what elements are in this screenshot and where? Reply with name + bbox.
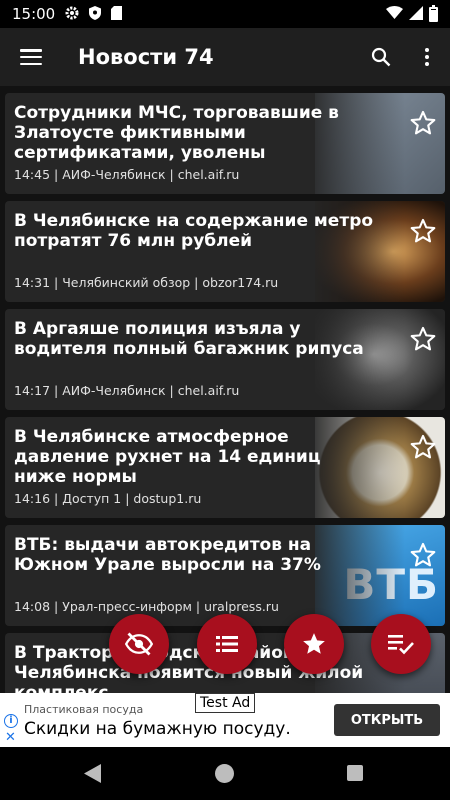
app-bar: Новости 74	[0, 28, 450, 86]
news-card[interactable]: В Аргаяше полиция изъяла у водителя полн…	[5, 309, 445, 410]
search-icon	[371, 47, 391, 67]
news-feed[interactable]: Сотрудники МЧС, торговавшие в Златоусте …	[0, 86, 450, 693]
search-button[interactable]	[358, 28, 404, 86]
list-view-button[interactable]	[197, 614, 257, 674]
more-options-button[interactable]	[404, 28, 450, 86]
back-icon[interactable]	[84, 764, 102, 783]
news-meta: 14:08 | Урал-пресс-информ | uralpress.ru	[14, 599, 279, 614]
ad-info-icon[interactable]: i	[4, 714, 18, 728]
news-time: 14:17	[14, 383, 51, 398]
news-source: | АИФ-Челябинск | chel.aif.ru	[54, 383, 240, 398]
ad-banner[interactable]: Test Ad i ✕ Пластиковая посуда Скидки на…	[0, 693, 450, 747]
news-source: | Доступ 1 | dostup1.ru	[54, 491, 202, 506]
news-source: | Урал-пресс-информ | uralpress.ru	[54, 599, 279, 614]
news-time: 14:45	[14, 167, 51, 182]
ad-subtitle: Пластиковая посуда	[24, 703, 144, 716]
menu-button[interactable]	[0, 28, 62, 86]
ad-text: Скидки на бумажную посуду.	[24, 719, 291, 739]
test-ad-label: Test Ad	[195, 693, 256, 713]
favorite-star-icon[interactable]	[409, 541, 437, 569]
news-source: | Челябинский обзор | obzor174.ru	[54, 275, 279, 290]
wifi-icon	[386, 6, 403, 22]
favorite-star-icon[interactable]	[409, 109, 437, 137]
news-title: Сотрудники МЧС, торговавшие в Златоусте …	[14, 103, 339, 163]
news-card[interactable]: ВТБ ВТБ: выдачи автокредитов на Южном Ур…	[5, 525, 445, 626]
news-title: В Аргаяше полиция изъяла у водителя полн…	[14, 319, 364, 359]
favorites-button[interactable]	[284, 614, 344, 674]
news-time: 14:31	[14, 275, 51, 290]
news-meta: 14:16 | Доступ 1 | dostup1.ru	[14, 491, 201, 506]
status-time: 15:00	[12, 5, 56, 23]
home-icon[interactable]	[215, 764, 234, 783]
status-bar: 15:00	[0, 0, 450, 28]
hide-read-button[interactable]	[109, 614, 169, 674]
news-meta: 14:17 | АИФ-Челябинск | chel.aif.ru	[14, 383, 239, 398]
ad-open-button[interactable]: ОТКРЫТЬ	[334, 704, 440, 736]
news-time: 14:08	[14, 599, 51, 614]
app-title: Новости 74	[78, 45, 214, 69]
system-nav-bar	[0, 747, 450, 800]
news-card[interactable]: В Челябинске атмосферное давление рухнет…	[5, 417, 445, 518]
news-card[interactable]: Сотрудники МЧС, торговавшие в Златоусте …	[5, 93, 445, 194]
favorite-star-icon[interactable]	[409, 325, 437, 353]
sd-card-icon	[111, 5, 123, 23]
favorite-star-icon[interactable]	[409, 433, 437, 461]
battery-icon	[429, 4, 438, 22]
news-time: 14:16	[14, 491, 51, 506]
news-meta: 14:45 | АИФ-Челябинск | chel.aif.ru	[14, 167, 239, 182]
star-icon	[303, 633, 325, 654]
list-icon	[216, 636, 238, 652]
ad-close-icon[interactable]: ✕	[5, 730, 16, 745]
news-meta: 14:31 | Челябинский обзор | obzor174.ru	[14, 275, 278, 290]
gear-icon	[65, 6, 79, 23]
favorite-star-icon[interactable]	[409, 217, 437, 245]
news-title: ВТБ: выдачи автокредитов на Южном Урале …	[14, 535, 321, 575]
mark-all-read-button[interactable]	[371, 614, 431, 674]
signal-icon	[409, 5, 423, 23]
more-vert-icon	[425, 48, 429, 66]
news-title: В Челябинске на содержание метро потратя…	[14, 211, 374, 251]
shield-icon	[89, 5, 102, 23]
menu-icon	[20, 49, 42, 65]
hide-icon	[125, 632, 153, 656]
news-title: В Челябинске атмосферное давление рухнет…	[14, 427, 321, 487]
recents-icon[interactable]	[347, 765, 363, 781]
read-check-icon	[388, 635, 414, 655]
news-card[interactable]: В Челябинске на содержание метро потратя…	[5, 201, 445, 302]
news-source: | АИФ-Челябинск | chel.aif.ru	[54, 167, 240, 182]
